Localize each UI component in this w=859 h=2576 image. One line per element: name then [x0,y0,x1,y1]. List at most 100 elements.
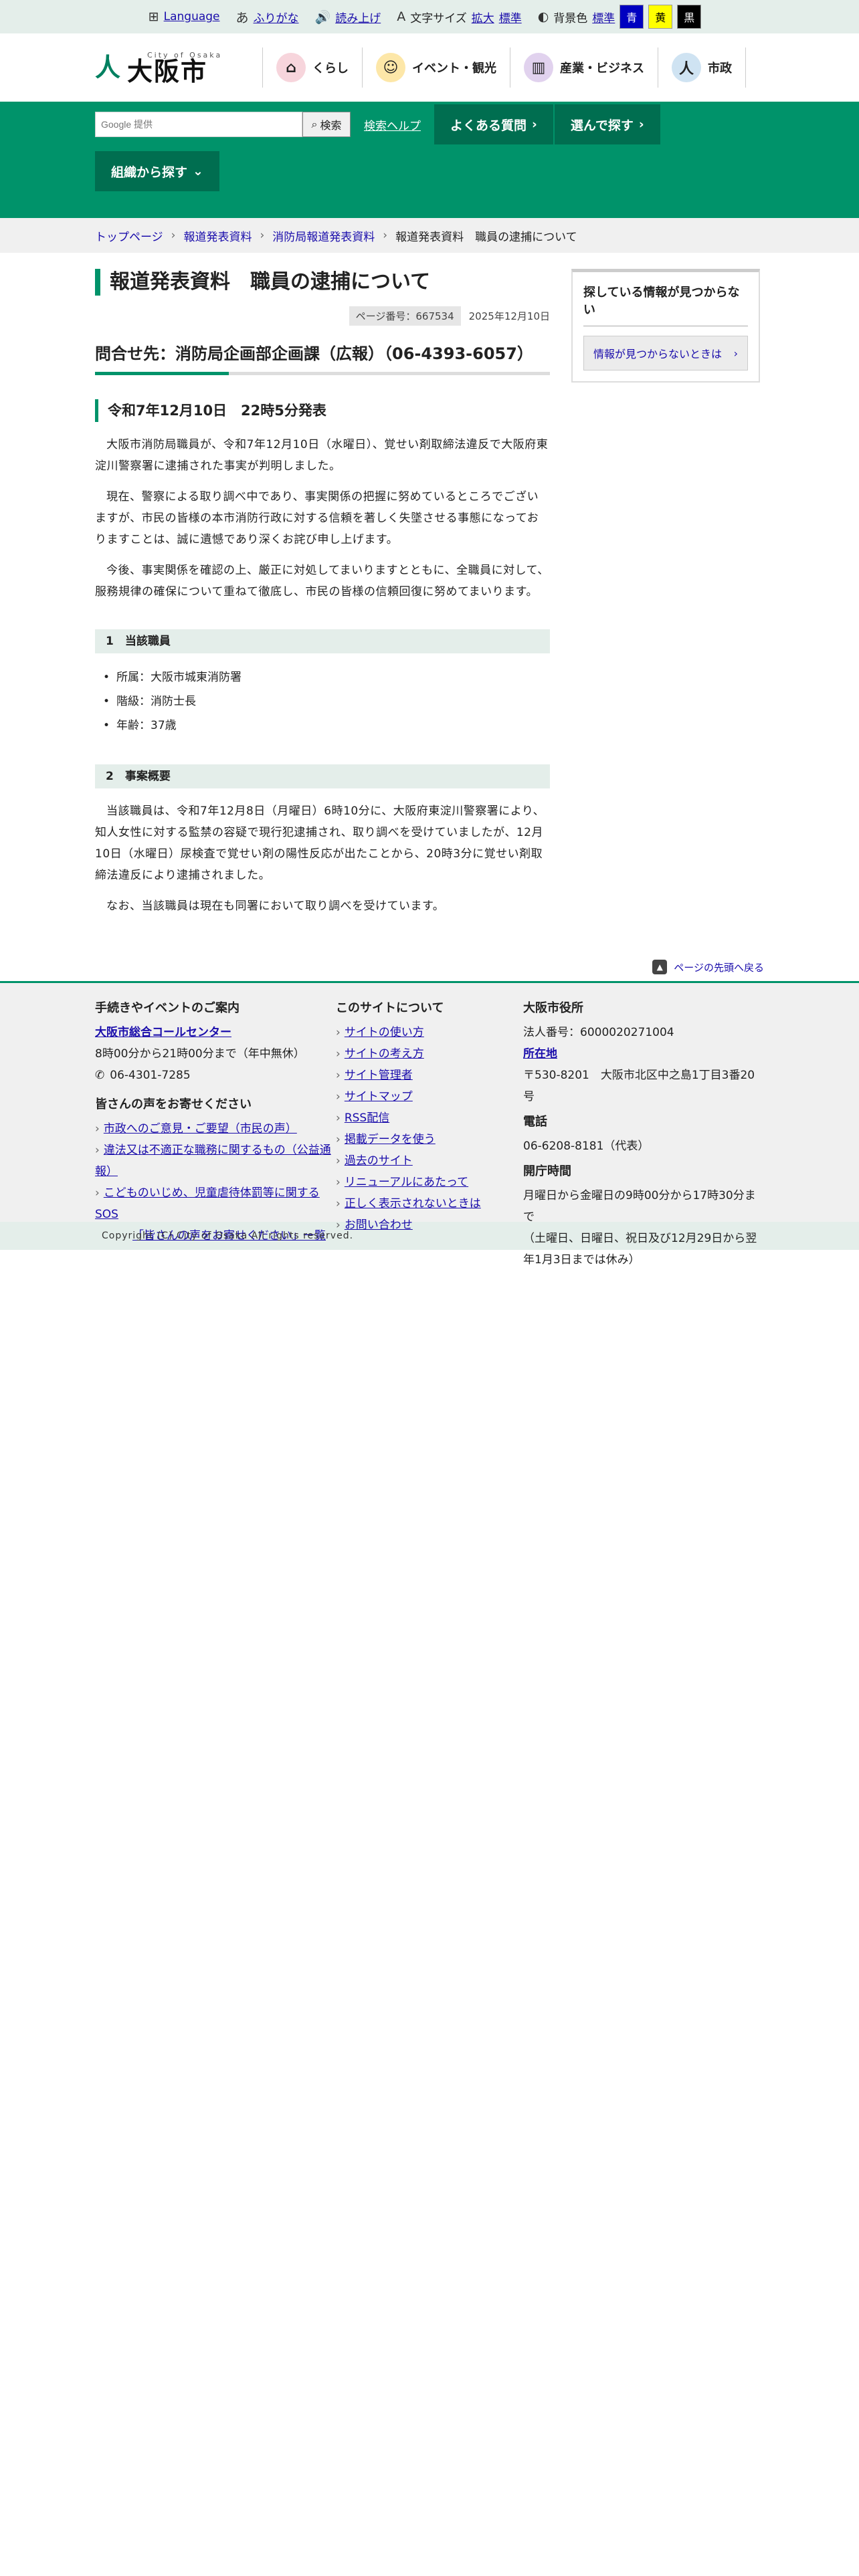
chevron-right-icon: › [638,117,644,132]
address: 〒530-8201 大阪市北区中之島1丁目3番20号 [523,1069,755,1103]
logo-title: 大阪市 [127,56,208,86]
house-icon: ⌂ [276,53,306,82]
site-footer: 手続きやイベントのご案内 大阪市総合コールセンター 8時00分から21時00分ま… [0,981,859,1267]
footer-link[interactable]: 過去のサイト [345,1154,413,1168]
search-button-label: 検索 [320,119,342,132]
paragraph: 大阪市消防局職員が、令和7年12月10日（水曜日）、覚せい剤取締法違反で大阪府東… [95,438,549,473]
gnav-kurashi[interactable]: ⌂ くらし [263,47,363,88]
footer-link[interactable]: 違法又は不適正な職務に関するもの（公益通報） [95,1144,331,1178]
not-found-box: 探している情報が見つからない 情報が見つからないときは › [571,269,760,383]
font-size-label: 文字サイズ [410,11,467,25]
osaka-emblem-icon: ⼈ [95,53,121,82]
corporate-number: 法人番号：6000020271004 [523,1026,674,1039]
footer-link[interactable]: 掲載データを使う [345,1133,436,1146]
footer-link[interactable]: こどものいじめ、児童虐待体罰等に関するSOS [95,1186,320,1221]
call-center-tel: 06-4301-7285 [110,1069,191,1082]
bg-yellow-button[interactable]: 黄 [648,5,673,29]
language-icon: ⊞ [148,9,159,24]
gnav-business[interactable]: ▥ 産業・ビジネス [510,47,658,88]
footer-link[interactable]: お問い合わせ [345,1218,413,1232]
footer-heading: 大阪市役所 [523,1001,583,1015]
footer-link[interactable]: サイト管理者 [345,1069,413,1082]
org-search-button[interactable]: 組織から探す ⌄ [95,151,219,191]
gnav-label: 産業・ビジネス [560,62,644,76]
utility-bar: ⊞ Language あふりがな 🔊 読み上げ A 文字サイズ 拡大 標準 ◐ 背景色 標準 … [0,0,859,33]
search-icon: ⌕ [311,118,318,130]
furigana-icon: あ [235,10,249,25]
call-center-link[interactable]: 大阪市総合コールセンター [95,1026,231,1039]
palette-icon: ◐ [537,9,549,24]
search-form: ⌕検索 [95,112,351,137]
font-size-icon: A [397,9,406,24]
paragraph: 現在、警察による取り調べ中であり、事実関係の把握に努めているところでございますが… [95,490,539,546]
bg-color-label: 背景色 [553,11,588,25]
opening-hours-note: （土曜日、日曜日、祝日及び12月29日から翌年1月3日までは休み） [523,1232,757,1267]
chevron-right-icon: › [733,346,738,360]
footer-heading: 手続きやイベントのご案内 [95,1001,240,1015]
read-aloud-link[interactable]: 読み上げ [335,9,381,25]
breadcrumb-separator: › [260,229,265,242]
gnav-label: 市政 [708,62,732,76]
phone-icon: ✆ [95,1069,105,1082]
breadcrumb-current: 報道発表資料 職員の逮捕について [395,230,577,244]
footer-link[interactable]: リニューアルにあたって [345,1176,468,1189]
standard-size-link[interactable]: 標準 [499,9,522,25]
footer-link[interactable]: サイトマップ [345,1090,413,1103]
breadcrumb-press[interactable]: 報道発表資料 [183,227,252,244]
breadcrumb-fire-press[interactable]: 消防局報道発表資料 [272,227,375,244]
back-to-top-link[interactable]: ▲ ページの先頭へ戻る [95,960,764,974]
issued-heading: 令和7年12月10日 22時5分発表 [95,399,550,422]
paragraph: 当該職員は、令和7年12月8日（月曜日）6時10分に、大阪府東淀川警察署により、… [95,804,545,882]
search-button[interactable]: ⌕ 検索 [302,112,351,137]
footer-col-cityhall: 大阪市役所 法人番号：6000020271004 所在地 〒530-8201 大… [523,998,764,1271]
section-heading-staff: 1 当該職員 [95,629,550,653]
furigana-link[interactable]: ふりがな [254,9,299,25]
paragraph: なお、当該職員は現在も同署において取り調べを受けています。 [106,899,445,913]
not-found-label: 情報が見つからないときは [593,348,723,360]
bg-black-button[interactable]: 黒 [677,5,702,29]
footer-link[interactable]: 正しく表示されないときは [345,1197,481,1210]
faq-button[interactable]: よくある質問 › [434,104,553,144]
section-heading-summary: 2 事案概要 [95,764,550,788]
sidebar-title: 探している情報が見つからない [583,283,748,326]
footer-link[interactable]: RSS配信 [345,1111,389,1125]
footer-link[interactable]: サイトの考え方 [345,1047,424,1061]
footer-link[interactable]: 市政へのご意見・ご要望（市民の声） [104,1122,297,1136]
breadcrumb-separator: › [171,229,176,242]
gnav-label: くらし [312,62,349,76]
gnav-event[interactable]: ☺ イベント・観光 [363,47,510,88]
bg-standard-link[interactable]: 標準 [592,9,615,25]
enlarge-link[interactable]: 拡大 [472,9,494,25]
site-logo[interactable]: ⼈ City of Osaka 大阪市 [95,51,262,84]
bg-blue-button[interactable]: 青 [619,5,644,29]
speaker-icon: 🔊 [314,9,331,25]
global-nav: ⌂ くらし ☺ イベント・観光 ▥ 産業・ビジネス ⼈市政 [262,47,764,88]
language-link[interactable]: Language [164,10,220,23]
footer-col-site: このサイトについて サイトの使い方 サイトの考え方 サイト管理者 サイトマップ … [336,998,523,1271]
choose-label: 選んで探す [570,118,634,133]
article: 報道発表資料 職員の逮捕について ページ番号：667534 2025年12月10日… [95,269,550,926]
search-input[interactable] [95,112,302,137]
paragraph: 今後、事実関係を確認の上、厳正に対処してまいりますとともに、全職員に対して、服務… [95,564,549,599]
list-item: 所属：大阪市城東消防署 [103,665,550,689]
choose-button[interactable]: 選んで探す › [554,104,660,144]
org-label: 組織から探す [111,165,188,180]
search-help-link[interactable]: 検索ヘルプ [364,116,421,133]
arrow-up-icon: ▲ [652,960,668,974]
footer-heading: 皆さんの声をお寄せください [95,1097,252,1111]
breadcrumb: トップページ › 報道発表資料 › 消防局報道発表資料 › 報道発表資料 職員の逮捕に… [0,218,859,253]
publish-date: 2025年12月10日 [468,310,550,322]
breadcrumb-separator: › [383,229,388,242]
not-found-button[interactable]: 情報が見つからないときは › [583,336,748,370]
location-link[interactable]: 所在地 [523,1047,557,1061]
main-tel: 06-6208-8181（代表） [523,1140,650,1153]
breadcrumb-top[interactable]: トップページ [95,227,163,244]
list-item: 階級：消防士長 [103,689,550,714]
opening-hours: 月曜日から金曜日の9時00分から17時30分まで [523,1189,756,1224]
staff-list: 所属：大阪市城東消防署 階級：消防士長 年齢：37歳 [95,665,550,738]
gnav-label: イベント・観光 [412,62,496,76]
page-number: ページ番号：667534 [349,306,461,326]
gnav-shisei[interactable]: ⼈市政 [658,47,746,88]
footer-link[interactable]: サイトの使い方 [345,1026,424,1039]
event-icon: ☺ [376,53,405,82]
